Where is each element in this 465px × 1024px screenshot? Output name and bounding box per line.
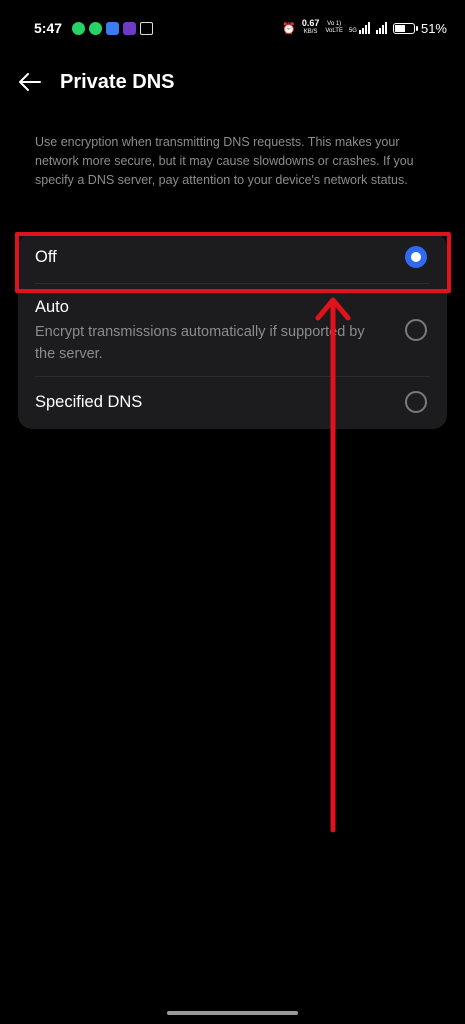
annotation-arrow <box>315 297 351 833</box>
home-indicator[interactable] <box>167 1011 298 1015</box>
